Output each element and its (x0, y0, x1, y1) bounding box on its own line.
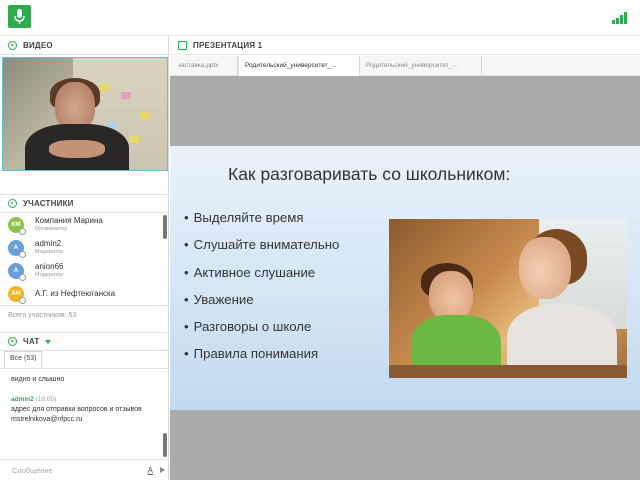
slide-photo (389, 219, 627, 378)
participants-list[interactable]: КМ Компания Марина Организатор A admin2 … (0, 213, 169, 305)
video-panel-title: ВИДЕО (23, 40, 53, 50)
participants-scrollbar[interactable] (163, 215, 167, 239)
slide-bullet: Уважение (184, 292, 339, 319)
presentation-tabs: заставка.pptx Родительский_университет_.… (170, 56, 640, 76)
presentation-icon (178, 40, 187, 50)
top-bar (0, 0, 640, 36)
avatar: A (8, 239, 26, 258)
video-feed[interactable] (2, 57, 168, 171)
mic-status-icon (19, 227, 26, 235)
sticky-note (139, 112, 149, 119)
participants-panel: УЧАСТНИКИ КМ Компания Марина Организатор… (0, 194, 169, 324)
slide-bullets: Выделяйте время Слушайте внимательно Акт… (184, 210, 340, 374)
participant-info: admin2 Модератор (35, 238, 64, 256)
avatar: АН (8, 285, 26, 304)
presentation-panel-title: ПРЕЗЕНТАЦИЯ 1 (193, 40, 263, 50)
chat-messages: видно и слышно admin2 (10:05) адрес для … (0, 369, 169, 463)
participant-info: anion66 Модератор (35, 261, 64, 279)
chat-author-name: admin2 (11, 396, 34, 404)
photo-table (389, 365, 627, 378)
participants-icon (8, 199, 17, 208)
left-sidebar: ВИДЕО УЧАСТНИКИ КМ Компания Марина Орган… (0, 36, 169, 480)
chat-tabs: Все (53) (0, 351, 169, 369)
presentation-panel-header[interactable]: ПРЕЗЕНТАЦИЯ 1 (170, 36, 640, 55)
participants-panel-header[interactable]: УЧАСТНИКИ (0, 194, 169, 213)
avatar: A (8, 262, 26, 281)
chat-icon (8, 337, 17, 346)
participants-total: Всего участников: 53 (0, 305, 169, 324)
chat-message-author: admin2 (10:05) (11, 396, 158, 403)
presentation-panel: ПРЕЗЕНТАЦИЯ 1 заставка.pptx Родительский… (170, 36, 640, 480)
text-format-icon[interactable]: A (148, 466, 153, 475)
slide-bullet: Активное слушание (184, 265, 339, 292)
slide-bullet: Слушайте внимательно (184, 237, 340, 264)
slide-bullet: Выделяйте время (184, 210, 339, 237)
chat-input[interactable]: Сообщение A (0, 459, 169, 480)
participant-item[interactable]: АН А.Г. из Нефтеюганска (0, 282, 169, 305)
avatar-initials: КМ (11, 221, 21, 228)
slide-bullet: Правила понимания (184, 346, 339, 373)
avatar-initials: A (13, 244, 19, 251)
participant-item[interactable]: A admin2 Модератор (0, 236, 169, 259)
chat-panel: ЧАТ Все (53) видно и слышно admin2 (10:0… (0, 332, 169, 480)
sticky-note (121, 92, 131, 99)
participant-name: anion66 (35, 261, 64, 271)
photo-child-face (429, 271, 473, 321)
avatar: КМ (8, 216, 26, 235)
avatar-initials: АН (11, 290, 21, 297)
sticky-note (129, 136, 139, 143)
sticky-note (99, 84, 109, 91)
participants-panel-title: УЧАСТНИКИ (23, 199, 74, 208)
mic-status-icon (19, 250, 26, 258)
video-panel-header[interactable]: ВИДЕО (0, 36, 168, 55)
participant-role: Модератор (35, 271, 64, 278)
participant-info: Компания Марина Организатор (35, 215, 103, 233)
speaker-hands (49, 140, 105, 158)
video-icon (8, 40, 17, 50)
participant-name: Компания Марина (35, 215, 103, 225)
participant-role: Модератор (35, 248, 64, 255)
chat-panel-header[interactable]: ЧАТ (0, 332, 169, 351)
photo-mother-face (519, 237, 571, 299)
participant-name: admin2 (35, 238, 62, 248)
participant-item[interactable]: КМ Компания Марина Организатор (0, 213, 169, 236)
tab-zastavka[interactable]: заставка.pptx (172, 56, 238, 76)
avatar-initials: A (13, 267, 19, 274)
mic-status-icon (19, 296, 26, 304)
chat-tab-all[interactable]: Все (53) (4, 351, 43, 368)
slide: Как разговаривать со школьником: Выделяй… (170, 146, 640, 410)
send-icon[interactable] (160, 467, 165, 473)
slide-stage: Как разговаривать со школьником: Выделяй… (170, 76, 640, 480)
mic-status-icon (19, 273, 26, 281)
chat-message-time: (10:05) (35, 396, 57, 404)
participant-item[interactable]: A anion66 Модератор (0, 259, 169, 282)
chat-message-text: видно и слышно (11, 376, 65, 383)
tab-parent-university-1[interactable]: Родительский_университет_... (238, 56, 360, 76)
tab-parent-university-2[interactable]: Родительский_университет_... (360, 56, 482, 76)
slide-bullet: Разговоры о школе (184, 319, 339, 346)
chat-panel-title: ЧАТ (23, 337, 40, 346)
signal-icon (612, 12, 628, 24)
participant-name: А.Г. из Нефтеюганска (35, 288, 116, 298)
participant-role: Организатор (35, 225, 68, 232)
chat-message-text: адрес для отправки вопросов и отзывов ms… (11, 406, 142, 424)
microphone-icon[interactable] (8, 5, 31, 28)
slide-title: Как разговаривать со школьником: (228, 164, 511, 184)
chat-scrollbar[interactable] (163, 433, 167, 457)
chevron-down-icon[interactable] (44, 339, 51, 344)
speaker-face (55, 82, 95, 130)
chat-input-placeholder: Сообщение (12, 465, 53, 475)
participant-info: А.Г. из Нефтеюганска (35, 288, 116, 298)
